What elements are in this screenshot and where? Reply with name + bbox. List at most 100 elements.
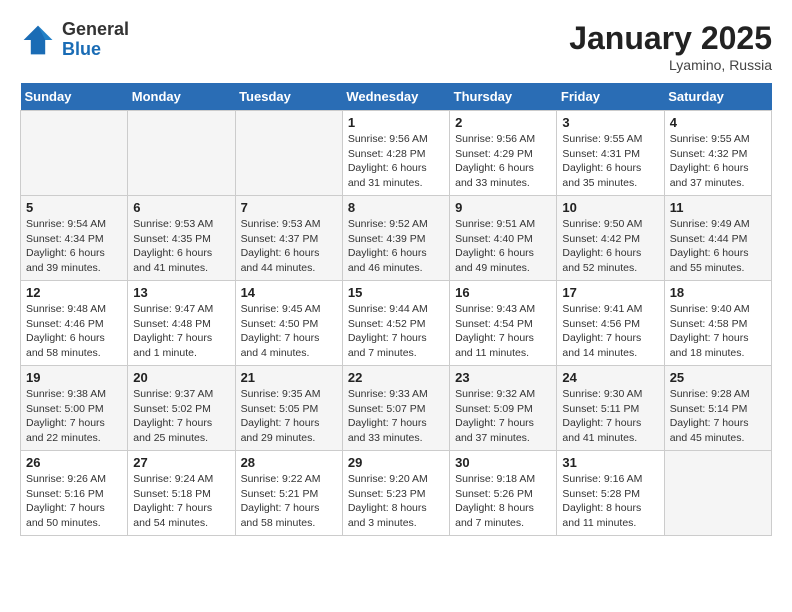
calendar-cell: 20 Sunrise: 9:37 AMSunset: 5:02 PMDayligh… (128, 366, 235, 451)
title-block: January 2025 Lyamino, Russia (569, 20, 772, 73)
day-number: 23 (455, 370, 551, 385)
day-number: 14 (241, 285, 337, 300)
day-number: 20 (133, 370, 229, 385)
calendar-cell: 30 Sunrise: 9:18 AMSunset: 5:26 PMDayligh… (450, 451, 557, 536)
day-number: 15 (348, 285, 444, 300)
day-info: Sunrise: 9:53 AMSunset: 4:35 PMDaylight:… (133, 217, 229, 276)
weekday-header-wednesday: Wednesday (342, 83, 449, 111)
day-number: 1 (348, 115, 444, 130)
day-info: Sunrise: 9:54 AMSunset: 4:34 PMDaylight:… (26, 217, 122, 276)
day-number: 7 (241, 200, 337, 215)
calendar-cell: 4 Sunrise: 9:55 AMSunset: 4:32 PMDaylight… (664, 111, 771, 196)
calendar-cell: 22Sunrise: 9:33 AMSunset: 5:07 PMDayligh… (342, 366, 449, 451)
month-title: January 2025 (569, 20, 772, 57)
calendar-cell: 21 Sunrise: 9:35 AMSunset: 5:05 PMDayligh… (235, 366, 342, 451)
day-number: 9 (455, 200, 551, 215)
weekday-header-thursday: Thursday (450, 83, 557, 111)
day-number: 13 (133, 285, 229, 300)
weekday-header-sunday: Sunday (21, 83, 128, 111)
logo-general-text: General (62, 19, 129, 39)
day-info: Sunrise: 9:50 AMSunset: 4:42 PMDaylight:… (562, 217, 658, 276)
calendar-cell: 6 Sunrise: 9:53 AMSunset: 4:35 PMDaylight… (128, 196, 235, 281)
calendar-cell (235, 111, 342, 196)
calendar-cell: 25 Sunrise: 9:28 AMSunset: 5:14 PMDayligh… (664, 366, 771, 451)
day-number: 28 (241, 455, 337, 470)
day-info: Sunrise: 9:52 AMSunset: 4:39 PMDaylight:… (348, 217, 444, 276)
calendar-cell: 1 Sunrise: 9:56 AMSunset: 4:28 PMDaylight… (342, 111, 449, 196)
calendar-cell: 31 Sunrise: 9:16 AMSunset: 5:28 PMDayligh… (557, 451, 664, 536)
day-number: 21 (241, 370, 337, 385)
day-info: Sunrise: 9:22 AMSunset: 5:21 PMDaylight:… (241, 472, 337, 531)
day-number: 12 (26, 285, 122, 300)
calendar-cell: 3 Sunrise: 9:55 AMSunset: 4:31 PMDaylight… (557, 111, 664, 196)
weekday-header-tuesday: Tuesday (235, 83, 342, 111)
day-info: Sunrise: 9:16 AMSunset: 5:28 PMDaylight:… (562, 472, 658, 531)
day-number: 25 (670, 370, 766, 385)
location: Lyamino, Russia (569, 57, 772, 73)
day-number: 6 (133, 200, 229, 215)
day-info: Sunrise: 9:55 AMSunset: 4:32 PMDaylight:… (670, 132, 766, 191)
day-number: 31 (562, 455, 658, 470)
day-number: 30 (455, 455, 551, 470)
calendar-cell: 27Sunrise: 9:24 AMSunset: 5:18 PMDayligh… (128, 451, 235, 536)
day-info: Sunrise: 9:47 AMSunset: 4:48 PMDaylight:… (133, 302, 229, 361)
calendar-table: SundayMondayTuesdayWednesdayThursdayFrid… (20, 83, 772, 536)
day-number: 4 (670, 115, 766, 130)
calendar-cell: 28 Sunrise: 9:22 AMSunset: 5:21 PMDayligh… (235, 451, 342, 536)
calendar-cell: 2 Sunrise: 9:56 AMSunset: 4:29 PMDaylight… (450, 111, 557, 196)
calendar-cell: 17 Sunrise: 9:41 AMSunset: 4:56 PMDayligh… (557, 281, 664, 366)
calendar-cell: 5 Sunrise: 9:54 AMSunset: 4:34 PMDaylight… (21, 196, 128, 281)
calendar-week-3: 12 Sunrise: 9:48 AMSunset: 4:46 PMDayligh… (21, 281, 772, 366)
day-number: 3 (562, 115, 658, 130)
day-info: Sunrise: 9:32 AMSunset: 5:09 PMDaylight:… (455, 387, 551, 446)
day-number: 24 (562, 370, 658, 385)
day-number: 17 (562, 285, 658, 300)
day-number: 19 (26, 370, 122, 385)
logo: General Blue (20, 20, 129, 60)
day-info: Sunrise: 9:30 AMSunset: 5:11 PMDaylight:… (562, 387, 658, 446)
calendar-cell: 11Sunrise: 9:49 AMSunset: 4:44 PMDayligh… (664, 196, 771, 281)
calendar-cell: 14 Sunrise: 9:45 AMSunset: 4:50 PMDayligh… (235, 281, 342, 366)
day-info: Sunrise: 9:43 AMSunset: 4:54 PMDaylight:… (455, 302, 551, 361)
day-info: Sunrise: 9:45 AMSunset: 4:50 PMDaylight:… (241, 302, 337, 361)
calendar-cell: 10 Sunrise: 9:50 AMSunset: 4:42 PMDayligh… (557, 196, 664, 281)
day-info: Sunrise: 9:56 AMSunset: 4:28 PMDaylight:… (348, 132, 444, 191)
day-info: Sunrise: 9:35 AMSunset: 5:05 PMDaylight:… (241, 387, 337, 446)
day-info: Sunrise: 9:44 AMSunset: 4:52 PMDaylight:… (348, 302, 444, 361)
calendar-week-4: 19Sunrise: 9:38 AMSunset: 5:00 PMDayligh… (21, 366, 772, 451)
calendar-cell (128, 111, 235, 196)
calendar-week-1: 1 Sunrise: 9:56 AMSunset: 4:28 PMDaylight… (21, 111, 772, 196)
day-number: 22 (348, 370, 444, 385)
day-info: Sunrise: 9:56 AMSunset: 4:29 PMDaylight:… (455, 132, 551, 191)
logo-blue-text: Blue (62, 39, 101, 59)
day-info: Sunrise: 9:55 AMSunset: 4:31 PMDaylight:… (562, 132, 658, 191)
calendar-cell: 19Sunrise: 9:38 AMSunset: 5:00 PMDayligh… (21, 366, 128, 451)
calendar-cell: 18Sunrise: 9:40 AMSunset: 4:58 PMDayligh… (664, 281, 771, 366)
day-number: 8 (348, 200, 444, 215)
day-info: Sunrise: 9:49 AMSunset: 4:44 PMDaylight:… (670, 217, 766, 276)
calendar-cell: 24 Sunrise: 9:30 AMSunset: 5:11 PMDayligh… (557, 366, 664, 451)
day-number: 5 (26, 200, 122, 215)
calendar-cell: 13 Sunrise: 9:47 AMSunset: 4:48 PMDayligh… (128, 281, 235, 366)
day-number: 2 (455, 115, 551, 130)
calendar-cell: 8 Sunrise: 9:52 AMSunset: 4:39 PMDaylight… (342, 196, 449, 281)
day-number: 18 (670, 285, 766, 300)
day-info: Sunrise: 9:18 AMSunset: 5:26 PMDaylight:… (455, 472, 551, 531)
weekday-header-friday: Friday (557, 83, 664, 111)
day-number: 26 (26, 455, 122, 470)
day-info: Sunrise: 9:20 AMSunset: 5:23 PMDaylight:… (348, 472, 444, 531)
day-info: Sunrise: 9:48 AMSunset: 4:46 PMDaylight:… (26, 302, 122, 361)
weekday-header-saturday: Saturday (664, 83, 771, 111)
day-info: Sunrise: 9:51 AMSunset: 4:40 PMDaylight:… (455, 217, 551, 276)
calendar-cell: 26 Sunrise: 9:26 AMSunset: 5:16 PMDayligh… (21, 451, 128, 536)
calendar-week-5: 26 Sunrise: 9:26 AMSunset: 5:16 PMDayligh… (21, 451, 772, 536)
day-number: 10 (562, 200, 658, 215)
day-info: Sunrise: 9:26 AMSunset: 5:16 PMDaylight:… (26, 472, 122, 531)
day-info: Sunrise: 9:37 AMSunset: 5:02 PMDaylight:… (133, 387, 229, 446)
day-info: Sunrise: 9:28 AMSunset: 5:14 PMDaylight:… (670, 387, 766, 446)
day-info: Sunrise: 9:41 AMSunset: 4:56 PMDaylight:… (562, 302, 658, 361)
logo-icon (20, 22, 56, 58)
calendar-cell: 7Sunrise: 9:53 AMSunset: 4:37 PMDaylight… (235, 196, 342, 281)
calendar-cell (664, 451, 771, 536)
weekday-header-row: SundayMondayTuesdayWednesdayThursdayFrid… (21, 83, 772, 111)
